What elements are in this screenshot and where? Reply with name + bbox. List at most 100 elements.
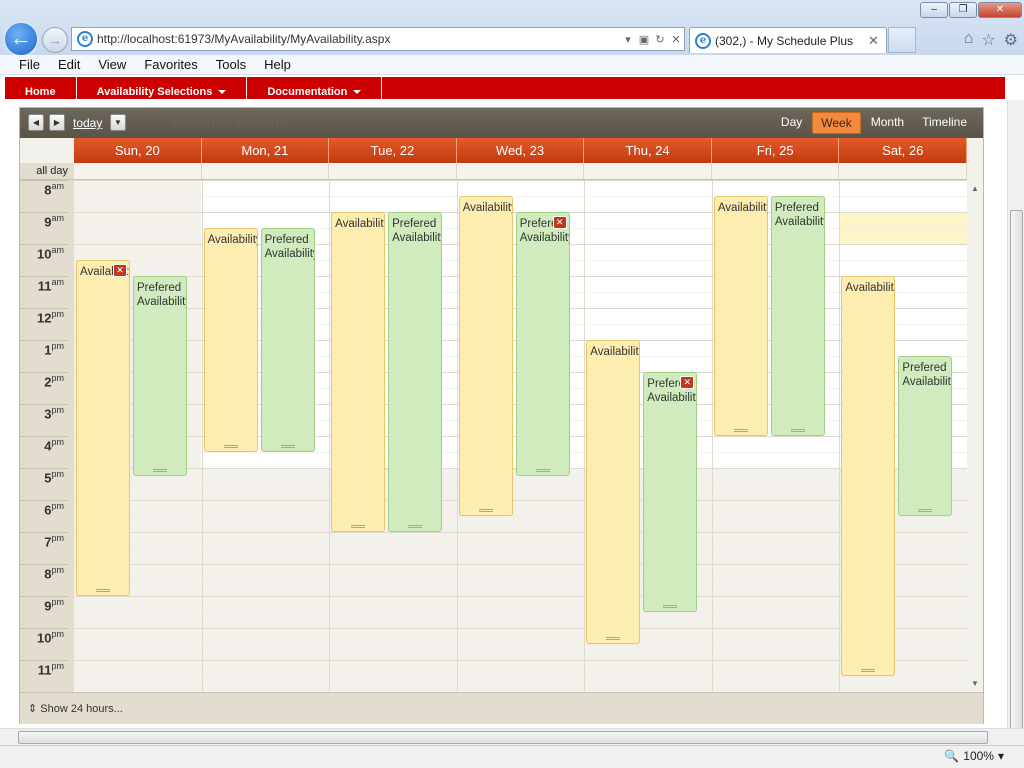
resize-handle[interactable] [223, 445, 238, 448]
availability-event[interactable]: Availability [841, 276, 896, 676]
forward-button[interactable]: → [42, 27, 68, 53]
nav-availability-selections[interactable]: Availability Selections [77, 77, 248, 99]
view-timeline-button[interactable]: Timeline [914, 112, 975, 134]
resize-handle[interactable] [861, 669, 876, 672]
stop-icon[interactable]: ✕ [668, 33, 684, 46]
time-label: 8am [20, 180, 68, 212]
all-day-label: all day [20, 163, 74, 180]
show-24-hours[interactable]: ⇕ Show 24 hours... [20, 692, 983, 724]
dropdown-icon[interactable]: ▾ [620, 33, 636, 46]
minimize-button[interactable]: – [920, 2, 948, 18]
resize-handle[interactable] [280, 445, 295, 448]
day-header[interactable]: Wed, 23 [456, 138, 585, 163]
nav-documentation[interactable]: Documentation [247, 77, 383, 99]
address-bar[interactable]: e http://localhost:61973/MyAvailability/… [71, 27, 685, 51]
all-day-cell[interactable] [584, 163, 712, 179]
availability-event[interactable]: Availability ✕ [76, 260, 130, 596]
menu-favorites[interactable]: Favorites [135, 57, 206, 72]
day-header[interactable]: Sat, 26 [839, 138, 968, 163]
all-day-cell[interactable] [202, 163, 330, 179]
prefered-availability-event[interactable]: Prefered Availability [260, 228, 315, 452]
page-hscroll-thumb[interactable] [18, 731, 988, 744]
prefered-availability-event[interactable]: Prefered Availability ✕ [643, 372, 698, 612]
all-day-cell[interactable] [712, 163, 840, 179]
prefered-availability-event[interactable]: Prefered Availability [898, 356, 953, 516]
event-label: Availability [207, 234, 258, 246]
view-month-button[interactable]: Month [863, 112, 912, 134]
resize-handle[interactable] [535, 469, 550, 472]
day-header[interactable]: Tue, 22 [329, 138, 457, 163]
new-tab-button[interactable] [888, 27, 916, 53]
prefered-availability-event[interactable]: Prefered Availability [388, 212, 443, 532]
resize-handle[interactable] [733, 429, 748, 432]
refresh-icon[interactable]: ↻ [652, 33, 668, 46]
hour-line [74, 500, 967, 501]
availability-event[interactable]: Availability [203, 228, 258, 452]
next-week-button[interactable]: ▶ [49, 114, 65, 131]
menu-help[interactable]: Help [255, 57, 300, 72]
page-scroll-thumb[interactable] [1010, 210, 1023, 750]
compatibility-view-icon[interactable]: ▣ [636, 33, 652, 46]
tab-close-icon[interactable]: ✕ [868, 33, 886, 49]
address-url[interactable]: http://localhost:61973/MyAvailability/My… [97, 32, 620, 46]
resize-handle[interactable] [153, 469, 167, 472]
delete-event-icon[interactable]: ✕ [680, 376, 695, 389]
half-hour-line [74, 644, 967, 645]
menu-tools[interactable]: Tools [207, 57, 255, 72]
all-day-cell[interactable] [839, 163, 968, 179]
chevron-down-icon [353, 90, 362, 95]
day-header[interactable]: Sun, 20 [74, 138, 202, 163]
close-window-button[interactable]: ✕ [978, 2, 1022, 18]
column-divider [201, 180, 203, 692]
resize-handle[interactable] [96, 589, 110, 592]
nav-home[interactable]: Home [5, 77, 77, 99]
restore-button[interactable]: ❐ [949, 2, 977, 18]
today-link[interactable]: today [73, 116, 102, 130]
grid-scrollbar[interactable]: ▲ ▼ [967, 180, 983, 692]
scroll-up-icon[interactable]: ▲ [971, 184, 979, 193]
time-label: 11am [20, 276, 68, 308]
view-week-button[interactable]: Week [812, 112, 861, 134]
delete-event-icon[interactable]: ✕ [552, 216, 567, 229]
zoom-icon: 🔍 [944, 749, 960, 763]
prefered-availability-event[interactable]: Prefered Availability [133, 276, 187, 476]
prefered-availability-event[interactable]: Prefered Availability ✕ [515, 212, 570, 476]
day-header[interactable]: Fri, 25 [711, 138, 840, 163]
back-arrow-icon: ← [10, 25, 32, 50]
view-day-button[interactable]: Day [773, 112, 810, 134]
day-header[interactable]: Mon, 21 [201, 138, 330, 163]
resize-handle[interactable] [351, 525, 366, 528]
settings-gear-icon[interactable]: ⚙ [1004, 30, 1018, 50]
availability-event[interactable]: Availability [458, 196, 513, 516]
resize-handle[interactable] [478, 509, 493, 512]
resize-handle[interactable] [606, 637, 621, 640]
availability-event[interactable]: Availability [586, 340, 641, 644]
browser-tab[interactable]: e (302,) - My Schedule Plus ✕ [689, 27, 887, 53]
availability-event[interactable]: Availability [713, 196, 768, 436]
resize-handle[interactable] [408, 525, 423, 528]
scroll-down-icon[interactable]: ▼ [971, 679, 979, 688]
menu-view[interactable]: View [89, 57, 135, 72]
date-picker-button[interactable]: ▼ [110, 114, 126, 131]
all-day-cell[interactable] [329, 163, 457, 179]
resize-handle[interactable] [790, 429, 805, 432]
resize-handle[interactable] [663, 605, 678, 608]
zoom-control[interactable]: 🔍 100% ▾ [944, 749, 1004, 763]
favorites-star-icon[interactable]: ☆ [981, 30, 995, 50]
back-button[interactable]: ← [3, 21, 39, 57]
prev-week-button[interactable]: ◀ [28, 114, 44, 131]
resize-handle[interactable] [918, 509, 933, 512]
event-label: Prefered Availability [902, 362, 953, 388]
menu-edit[interactable]: Edit [49, 57, 89, 72]
availability-event[interactable]: Availability [331, 212, 386, 532]
all-day-cell[interactable] [457, 163, 585, 179]
page-horizontal-scrollbar[interactable] [0, 728, 1024, 745]
home-icon[interactable]: ⌂ [964, 30, 974, 50]
delete-event-icon[interactable]: ✕ [113, 264, 127, 277]
prefered-availability-event[interactable]: Prefered Availability [770, 196, 825, 436]
browser-chrome: – ❐ ✕ ← → e http://localhost:61973/MyAva… [0, 0, 1024, 57]
all-day-cell[interactable] [74, 163, 202, 179]
page-vertical-scrollbar[interactable] [1007, 100, 1024, 750]
day-header[interactable]: Thu, 24 [584, 138, 712, 163]
menu-file[interactable]: File [10, 57, 49, 72]
